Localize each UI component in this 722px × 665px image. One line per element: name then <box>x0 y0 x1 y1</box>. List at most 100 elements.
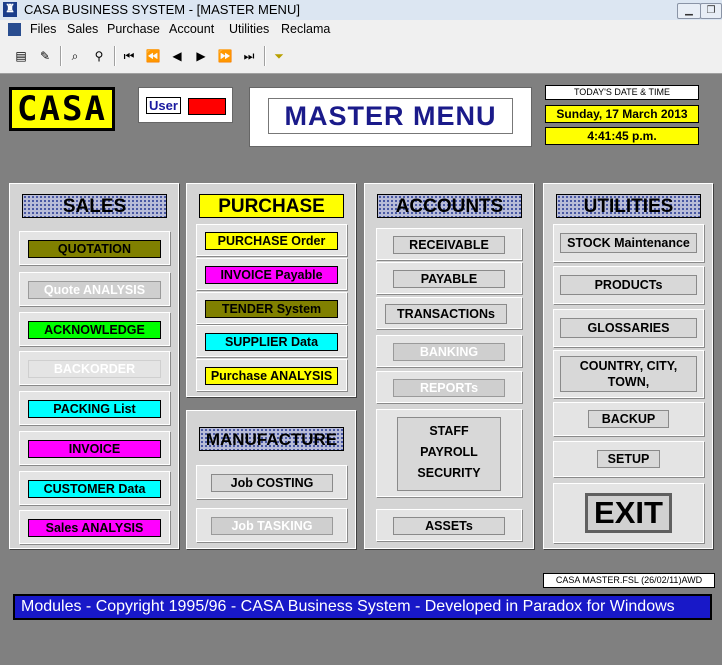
tile-job-costing: Job COSTING <box>196 465 347 499</box>
toolbar: ▤ ✎ ⌕ ⚲ ⏮ ⏪ ◀ ▶ ⏩ ⏭ ⏷ <box>0 40 722 74</box>
menu-purchase[interactable]: Purchase <box>107 22 160 36</box>
find-replace-icon[interactable]: ⚲ <box>90 47 108 65</box>
toolbar-separator <box>114 46 116 66</box>
form-view-icon[interactable]: ▤ <box>12 47 30 65</box>
backup-button[interactable]: BACKUP <box>588 410 669 428</box>
supplier-data-button[interactable]: SUPPLIER Data <box>205 333 338 351</box>
tile-assets: ASSETs <box>376 509 522 541</box>
master-menu-frame: MASTER MENU <box>249 87 532 147</box>
menu-files[interactable]: Files <box>30 22 56 36</box>
town-label: TOWN, <box>607 375 650 389</box>
last-record-icon[interactable]: ⏭ <box>240 47 258 65</box>
purchase-header: PURCHASE <box>199 194 344 218</box>
previous-set-icon[interactable]: ⏪ <box>144 47 162 65</box>
purchase-order-button[interactable]: PURCHASE Order <box>205 232 338 250</box>
tile-invoice: INVOICE <box>19 431 170 465</box>
current-date: Sunday, 17 March 2013 <box>545 105 699 123</box>
user-indicator: User <box>138 87 233 123</box>
tile-country-city-town: COUNTRY, CITY, TOWN, <box>553 350 704 398</box>
previous-record-icon[interactable]: ◀ <box>168 47 186 65</box>
tile-reports: REPORTs <box>376 371 522 403</box>
acknowledge-button[interactable]: ACKNOWLEDGE <box>28 321 161 339</box>
stock-maintenance-button[interactable]: STOCK Maintenance <box>560 233 697 253</box>
tile-sales-analysis: Sales ANALYSIS <box>19 510 170 544</box>
menu-utilities[interactable]: Utilities <box>229 22 269 36</box>
tile-receivable: RECEIVABLE <box>376 228 522 260</box>
user-status-swatch <box>188 98 226 115</box>
menu-account[interactable]: Account <box>169 22 214 36</box>
quote-analysis-button[interactable]: Quote ANALYSIS <box>28 281 161 299</box>
country-city-label: COUNTRY, CITY, <box>579 359 678 373</box>
app-icon: ♜ <box>3 2 17 17</box>
payroll-label: PAYROLL <box>420 445 478 459</box>
transactions-button[interactable]: TRANSACTIONs <box>385 304 507 324</box>
packing-list-button[interactable]: PACKING List <box>28 400 161 418</box>
title-bar: ♜ CASA BUSINESS SYSTEM - [MASTER MENU] ▁… <box>0 0 722 21</box>
tile-transactions: TRANSACTIONs <box>376 297 522 329</box>
accounts-header: ACCOUNTS <box>377 194 522 218</box>
sales-analysis-button[interactable]: Sales ANALYSIS <box>28 519 161 537</box>
filter-icon[interactable]: ⏷ <box>270 47 288 65</box>
invoice-button[interactable]: INVOICE <box>28 440 161 458</box>
document-menu-icon[interactable] <box>8 23 21 36</box>
tile-backup: BACKUP <box>553 402 704 436</box>
tile-backorder: BACKORDER <box>19 351 170 385</box>
utilities-header: UTILITIES <box>556 194 701 218</box>
sales-panel: SALES QUOTATION Quote ANALYSIS ACKNOWLED… <box>9 183 179 549</box>
purchase-analysis-button[interactable]: Purchase ANALYSIS <box>205 367 338 385</box>
edit-form-icon[interactable]: ✎ <box>36 47 54 65</box>
user-label: User <box>146 97 181 114</box>
menu-reclama[interactable]: Reclama <box>281 22 330 36</box>
tile-supplier-data: SUPPLIER Data <box>196 325 347 357</box>
menu-sales[interactable]: Sales <box>67 22 98 36</box>
receivable-button[interactable]: RECEIVABLE <box>393 236 505 254</box>
staff-payroll-security-button[interactable]: STAFF PAYROLL SECURITY <box>397 417 501 491</box>
tile-purchase-order: PURCHASE Order <box>196 224 347 256</box>
manufacture-panel: MANUFACTURE Job COSTING Job TASKING <box>186 410 356 549</box>
tile-glossaries: GLOSSARIES <box>553 309 704 347</box>
casa-logo: CASA <box>9 87 115 131</box>
payable-button[interactable]: PAYABLE <box>393 270 505 288</box>
purchase-panel: PURCHASE PURCHASE Order INVOICE Payable … <box>186 183 356 397</box>
exit-button[interactable]: EXIT <box>585 493 672 533</box>
job-costing-button[interactable]: Job COSTING <box>211 474 333 492</box>
sales-header: SALES <box>22 194 167 218</box>
customer-data-button[interactable]: CUSTOMER Data <box>28 480 161 498</box>
next-set-icon[interactable]: ⏩ <box>216 47 234 65</box>
backorder-button[interactable]: BACKORDER <box>28 360 161 378</box>
binoculars-icon[interactable]: ⌕ <box>66 47 84 65</box>
tile-tender-system: TENDER System <box>196 292 347 324</box>
tile-acknowledge: ACKNOWLEDGE <box>19 312 170 346</box>
next-record-icon[interactable]: ▶ <box>192 47 210 65</box>
minimize-button[interactable]: ▁ <box>677 3 701 19</box>
first-record-icon[interactable]: ⏮ <box>120 47 138 65</box>
tile-setup: SETUP <box>553 441 704 477</box>
tile-stock-maintenance: STOCK Maintenance <box>553 224 704 262</box>
security-label: SECURITY <box>417 466 481 480</box>
assets-button[interactable]: ASSETs <box>393 517 505 535</box>
job-tasking-button[interactable]: Job TASKING <box>211 517 333 535</box>
tile-purchase-analysis: Purchase ANALYSIS <box>196 359 347 391</box>
country-city-town-button[interactable]: COUNTRY, CITY, TOWN, <box>560 356 697 392</box>
tile-customer-data: CUSTOMER Data <box>19 471 170 505</box>
menu-bar: Files Sales Purchase Account Utilities R… <box>0 20 722 40</box>
window-title: CASA BUSINESS SYSTEM - [MASTER MENU] <box>24 2 300 17</box>
glossaries-button[interactable]: GLOSSARIES <box>560 318 697 338</box>
invoice-payable-button[interactable]: INVOICE Payable <box>205 266 338 284</box>
restore-button[interactable]: ❐ <box>700 3 722 19</box>
tender-system-button[interactable]: TENDER System <box>205 300 338 318</box>
current-time: 4:41:45 p.m. <box>545 127 699 145</box>
tile-staff-payroll: STAFF PAYROLL SECURITY <box>376 409 522 497</box>
staff-label: STAFF <box>429 424 469 438</box>
accounts-panel: ACCOUNTS RECEIVABLE PAYABLE TRANSACTIONs… <box>364 183 534 549</box>
toolbar-separator <box>264 46 266 66</box>
products-button[interactable]: PRODUCTs <box>560 275 697 295</box>
utilities-panel: UTILITIES STOCK Maintenance PRODUCTs GLO… <box>543 183 713 549</box>
quotation-button[interactable]: QUOTATION <box>28 240 161 258</box>
reports-button[interactable]: REPORTs <box>393 379 505 397</box>
file-version-label: CASA MASTER.FSL (26/02/11)AWD <box>543 573 715 588</box>
toolbar-separator <box>60 46 62 66</box>
banking-button[interactable]: BANKING <box>393 343 505 361</box>
tile-job-tasking: Job TASKING <box>196 508 347 542</box>
setup-button[interactable]: SETUP <box>597 450 660 468</box>
